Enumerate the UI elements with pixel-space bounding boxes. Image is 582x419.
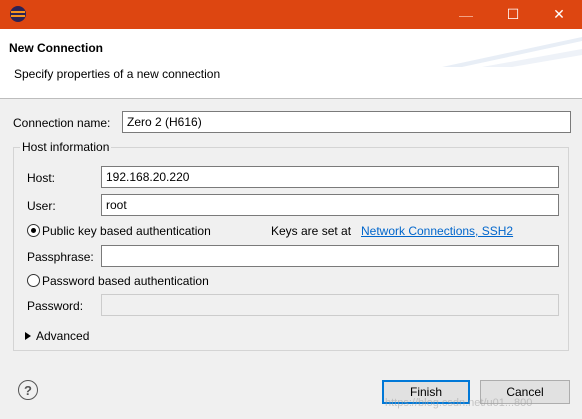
host-information-label: Host information xyxy=(20,140,112,154)
dialog-title: New Connection xyxy=(9,41,104,55)
passphrase-label: Passphrase: xyxy=(27,250,94,264)
password-field xyxy=(101,294,559,316)
host-label: Host: xyxy=(27,171,56,185)
keys-note: Keys are set at xyxy=(271,224,352,238)
connection-name-field[interactable]: Zero 2 (H616) xyxy=(122,111,571,133)
triangle-right-icon[interactable] xyxy=(24,331,32,341)
footer-divider xyxy=(0,360,582,361)
help-icon[interactable]: ? xyxy=(18,380,38,400)
password-label: Password: xyxy=(27,299,84,313)
banner-decoration xyxy=(442,37,582,67)
user-field[interactable]: root xyxy=(101,194,559,216)
pubkey-radio-label[interactable]: Public key based authentication xyxy=(42,224,211,238)
dialog-description: Specify properties of a new connection xyxy=(14,67,221,81)
advanced-toggle[interactable]: Advanced xyxy=(36,329,89,343)
minimize-button[interactable]: — xyxy=(443,0,489,29)
host-field[interactable]: 192.168.20.220 xyxy=(101,166,559,188)
title-bar: — ☐ ✕ xyxy=(0,0,582,29)
dialog-header: New Connection Specify properties of a n… xyxy=(0,29,582,99)
pubkey-radio[interactable] xyxy=(27,224,40,237)
network-connections-link[interactable]: Network Connections, SSH2 xyxy=(361,224,513,238)
user-label: User: xyxy=(27,199,56,213)
maximize-button[interactable]: ☐ xyxy=(490,0,536,29)
connection-name-label: Connection name: xyxy=(13,116,111,130)
eclipse-icon xyxy=(10,6,26,22)
watermark: https://blog.csdn.net/u01...800 xyxy=(385,397,533,409)
password-radio-label[interactable]: Password based authentication xyxy=(42,274,209,288)
password-radio[interactable] xyxy=(27,274,40,287)
passphrase-field[interactable] xyxy=(101,245,559,267)
close-button[interactable]: ✕ xyxy=(536,0,582,29)
